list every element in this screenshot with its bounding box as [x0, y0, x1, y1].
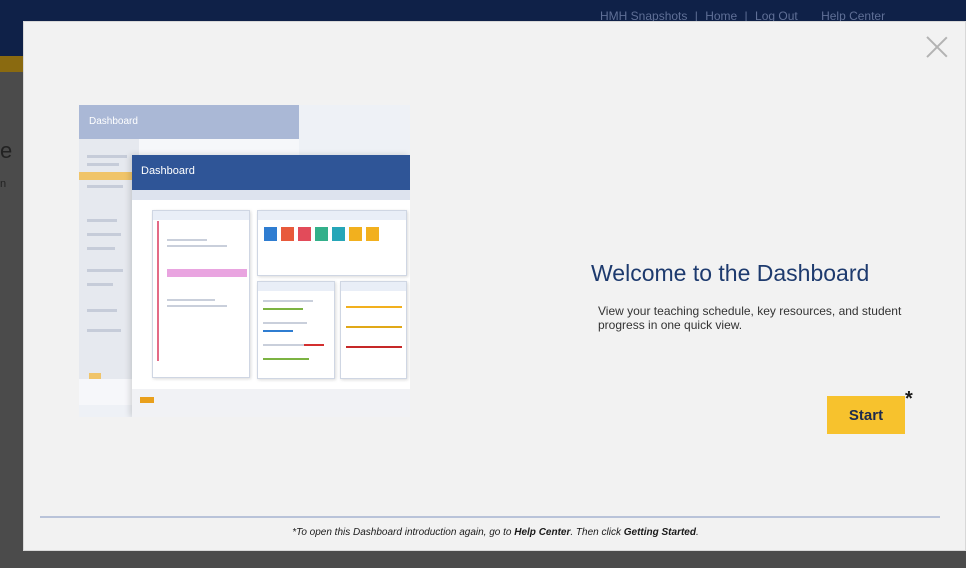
- preview-row: [87, 163, 119, 166]
- dashboard-welcome-modal: Dashboard Dashboard Welcome to the Dashb…: [23, 21, 966, 551]
- preview-resource-icon: [264, 227, 277, 241]
- preview-report-bar: [346, 306, 402, 308]
- preview-panel-header: [341, 282, 406, 291]
- footer-divider: [40, 516, 940, 518]
- preview-line: [167, 245, 227, 247]
- preview-row: [87, 283, 113, 286]
- preview-back-logo: [89, 373, 101, 379]
- preview-planner-panel: [152, 210, 250, 378]
- preview-resource-icon: [315, 227, 328, 241]
- preview-line: [167, 299, 215, 301]
- footer-middle: . Then click: [570, 527, 624, 538]
- preview-row: [87, 329, 121, 332]
- preview-resource-icon: [349, 227, 362, 241]
- preview-progress-bar: [263, 358, 309, 360]
- preview-back-header: Dashboard: [79, 105, 299, 139]
- preview-resource-icon: [332, 227, 345, 241]
- preview-resources-panel: [257, 210, 407, 276]
- preview-line: [263, 300, 313, 302]
- preview-front-footer: [132, 389, 410, 417]
- preview-row: [87, 233, 121, 236]
- footer-prefix: *To open this Dashboard introduction aga…: [292, 527, 515, 538]
- background-heading-fragment: e: [0, 138, 13, 163]
- background-text-fragment: n: [0, 178, 7, 190]
- preview-line: [167, 239, 207, 241]
- help-center-ref: Help Center: [514, 527, 571, 538]
- start-button[interactable]: Start: [827, 396, 905, 434]
- preview-report-bar: [346, 326, 402, 328]
- preview-panel-header: [153, 211, 249, 220]
- preview-row: [87, 309, 117, 312]
- preview-resource-icon: [298, 227, 311, 241]
- preview-front-title: Dashboard: [141, 165, 195, 177]
- preview-back-highlight: [79, 172, 139, 180]
- preview-panel-header: [258, 211, 406, 220]
- preview-reports-panel: [340, 281, 407, 379]
- preview-row: [87, 219, 117, 222]
- preview-line: [263, 322, 307, 324]
- close-icon[interactable]: [925, 35, 949, 59]
- preview-row: [87, 155, 127, 158]
- preview-timeline-line: [157, 221, 159, 361]
- preview-progress-bar: [263, 308, 303, 310]
- preview-line: [167, 305, 227, 307]
- preview-panel-header: [258, 282, 334, 291]
- preview-front-logo: [140, 397, 154, 403]
- dashboard-preview-image: Dashboard Dashboard: [79, 105, 410, 417]
- preview-assignments-panel: [257, 281, 335, 379]
- preview-progress-bar: [304, 344, 324, 346]
- preview-report-bar: [346, 346, 402, 348]
- preview-front-header: Dashboard: [132, 155, 410, 190]
- preview-highlight-event: [167, 269, 247, 277]
- preview-row: [87, 247, 115, 250]
- preview-resource-icon: [281, 227, 294, 241]
- preview-resource-icon: [366, 227, 379, 241]
- preview-row: [87, 269, 123, 272]
- getting-started-ref: Getting Started: [623, 527, 696, 538]
- modal-description: View your teaching schedule, key resourc…: [598, 304, 902, 332]
- preview-front-subbar: [132, 190, 410, 200]
- modal-title: Welcome to the Dashboard: [591, 260, 870, 286]
- preview-front-window: Dashboard: [132, 155, 410, 417]
- start-asterisk: *: [905, 388, 913, 410]
- preview-row: [87, 185, 123, 188]
- footer-suffix: .: [695, 527, 699, 538]
- preview-progress-bar: [263, 330, 293, 332]
- preview-back-title: Dashboard: [89, 116, 138, 127]
- footer-note: *To open this Dashboard introduction aga…: [24, 527, 966, 538]
